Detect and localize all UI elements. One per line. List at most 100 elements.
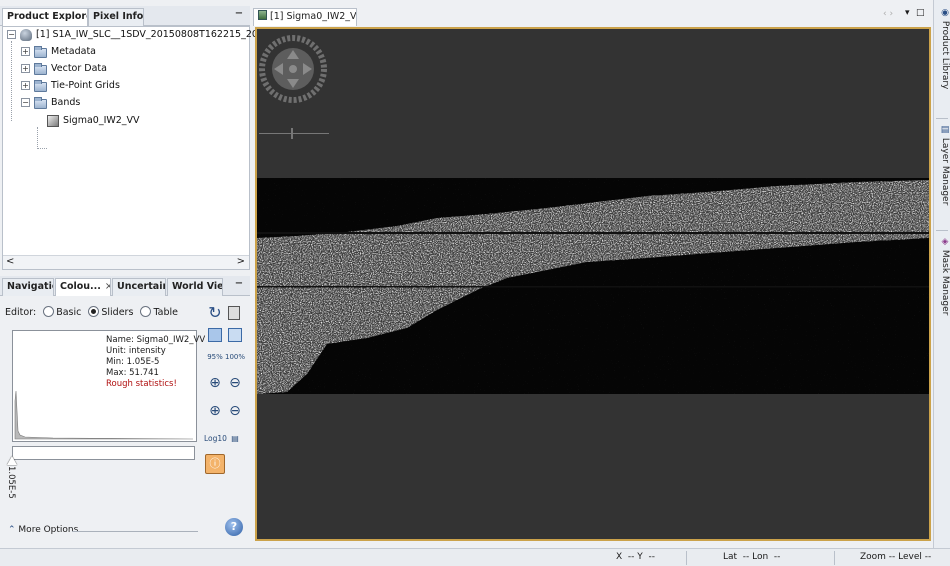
tab-layer-manager[interactable]: ▤ Layer Manager — [935, 125, 950, 205]
tab-navigation-label: Navigatio... — [7, 281, 53, 292]
tool-tabbar: Navigatio... Colou... × Uncertain... Worl… — [0, 276, 250, 296]
pan-control-icon[interactable] — [259, 35, 329, 105]
tree-item-metadata[interactable]: + Metadata — [3, 44, 203, 60]
product-library-icon: ◉ — [940, 8, 950, 21]
radio-table-label[interactable]: Table — [153, 307, 178, 318]
tree-line — [37, 148, 47, 149]
folder-icon — [34, 63, 47, 75]
expand-icon[interactable]: + — [21, 47, 30, 56]
collapse-icon[interactable]: − — [7, 30, 16, 39]
colour-panel: Editor: Basic Sliders Table Name: Sigma0… — [0, 296, 250, 546]
tree-item-bands[interactable]: − Bands — [3, 95, 203, 111]
expand-up-icon: ⌃ — [8, 525, 16, 535]
tab-uncertainty-label: Uncertain... — [117, 281, 165, 292]
gradient-bar[interactable] — [12, 446, 195, 460]
tab-image-view[interactable]: [1] Sigma0_IW2_VV× — [253, 8, 357, 26]
tab-product-library-label: Product Library — [940, 20, 950, 90]
status-bar: X -- Y -- Lat -- Lon -- Zoom -- Level -- — [0, 548, 950, 566]
info-icon[interactable]: ⓘ — [205, 454, 225, 474]
folder-icon — [34, 80, 47, 92]
nav-arrows-icon[interactable]: ‹ › — [883, 9, 893, 19]
minimize-icon[interactable]: − — [232, 8, 246, 22]
dropdown-icon[interactable]: ▾ — [905, 8, 910, 18]
log-scale-icon[interactable]: Log10 — [204, 430, 227, 448]
tree-item-band[interactable]: Sigma0_IW2_VV — [3, 113, 203, 129]
tree-label-bands: Bands — [51, 97, 81, 108]
image-canvas[interactable] — [255, 27, 931, 541]
radio-basic-label[interactable]: Basic — [56, 307, 81, 318]
maximize-icon[interactable]: □ — [916, 8, 925, 18]
status-zoom: Zoom -- Level -- — [860, 552, 932, 562]
tab-layer-manager-label: Layer Manager — [940, 137, 950, 206]
image-view-icon — [258, 10, 267, 20]
more-options-row[interactable]: ⌃ More Options — [8, 525, 208, 535]
zoom-slider[interactable] — [259, 133, 329, 134]
tree-item-product[interactable]: − [1] S1A_IW_SLC__1SDV_20150808T162215_2… — [5, 27, 312, 43]
zoom-slider-thumb[interactable] — [291, 128, 293, 139]
folder-icon — [34, 46, 47, 58]
right-tool-sidebar: ◉ Product Library ▤ Layer Manager ◈ Mask… — [933, 0, 950, 548]
expand-icon[interactable]: + — [21, 64, 30, 73]
radio-table[interactable] — [140, 306, 152, 317]
layer-manager-icon: ▤ — [940, 125, 950, 138]
tree-label-metadata: Metadata — [51, 46, 96, 57]
reset-icon[interactable]: ↻ — [206, 304, 224, 322]
tab-world-view[interactable]: World View — [167, 278, 223, 296]
tree-line — [37, 127, 38, 149]
tree-item-vector-data[interactable]: + Vector Data — [3, 61, 203, 77]
minimize-icon[interactable]: − — [232, 278, 246, 292]
tab-close-icon[interactable]: × — [105, 281, 110, 292]
tab-pixel-info-label: Pixel Info — [93, 11, 144, 22]
more-options-label[interactable]: More Options — [18, 525, 78, 535]
zoom-out-vertical-icon[interactable]: ⊖ — [226, 374, 244, 392]
tab-uncertainty[interactable]: Uncertain... — [112, 278, 166, 296]
radio-sliders[interactable] — [88, 306, 100, 317]
divider — [72, 531, 198, 532]
mask-manager-icon: ◈ — [940, 237, 950, 250]
tab-colour-manipulation[interactable]: Colou... × — [55, 278, 111, 296]
tab-world-view-label: World View — [172, 281, 223, 292]
tree-item-tie-point-grids[interactable]: + Tie-Point Grids — [3, 78, 203, 94]
tree-label-tie-point-grids: Tie-Point Grids — [51, 80, 120, 91]
divider — [936, 230, 948, 231]
band-icon — [47, 115, 59, 127]
tab-product-library[interactable]: ◉ Product Library — [935, 8, 950, 89]
slider-value[interactable]: 1.05E-5 — [6, 466, 16, 516]
tab-navigation[interactable]: Navigatio... — [2, 278, 54, 296]
collapse-icon[interactable]: − — [21, 98, 30, 107]
percent-100-icon[interactable]: 100% — [225, 348, 245, 366]
scroll-left-icon[interactable]: < — [6, 256, 14, 267]
sar-image-drawing — [257, 178, 929, 394]
divider — [936, 118, 948, 119]
tab-mask-manager-label: Mask Manager — [940, 249, 950, 316]
copy-icon[interactable] — [226, 304, 244, 322]
horizontal-scrollbar[interactable]: < > — [3, 255, 249, 269]
import-icon[interactable] — [206, 326, 224, 344]
distribute-icon[interactable]: ▤ — [226, 430, 244, 448]
tab-pixel-info[interactable]: Pixel Info — [88, 8, 144, 26]
scroll-right-icon[interactable]: > — [237, 256, 245, 267]
expand-icon[interactable]: + — [21, 81, 30, 90]
product-tree-pane: − [1] S1A_IW_SLC__1SDV_20150808T162215_2… — [2, 26, 312, 270]
histogram-box: Name: Sigma0_IW2_VV Unit: intensity Min:… — [12, 330, 205, 442]
percent-95-icon[interactable]: 95% — [206, 348, 224, 366]
status-latlon: Lat -- Lon -- — [723, 552, 781, 562]
radio-basic[interactable] — [43, 306, 55, 317]
sar-image — [257, 178, 929, 394]
image-view-tabbar: [1] Sigma0_IW2_VV× ‹ › ▾ □ — [253, 6, 933, 26]
product-icon — [20, 29, 32, 41]
divider — [834, 551, 835, 565]
zoom-out-horizontal-icon[interactable]: ⊖ — [226, 402, 244, 420]
folder-open-icon — [34, 97, 47, 109]
tree-label-vector-data: Vector Data — [51, 63, 107, 74]
tab-colour-label: Colou... — [60, 281, 101, 292]
editor-row: Editor: Basic Sliders Table — [5, 306, 178, 318]
radio-sliders-label[interactable]: Sliders — [101, 307, 133, 318]
tab-product-explorer[interactable]: Product Explorer× — [2, 8, 88, 26]
export-icon[interactable] — [226, 326, 244, 344]
help-button[interactable]: ? — [225, 518, 243, 536]
zoom-in-horizontal-icon[interactable]: ⊕ — [206, 402, 224, 420]
tab-mask-manager[interactable]: ◈ Mask Manager — [935, 237, 950, 315]
zoom-in-vertical-icon[interactable]: ⊕ — [206, 374, 224, 392]
slider-handle[interactable] — [7, 456, 17, 465]
